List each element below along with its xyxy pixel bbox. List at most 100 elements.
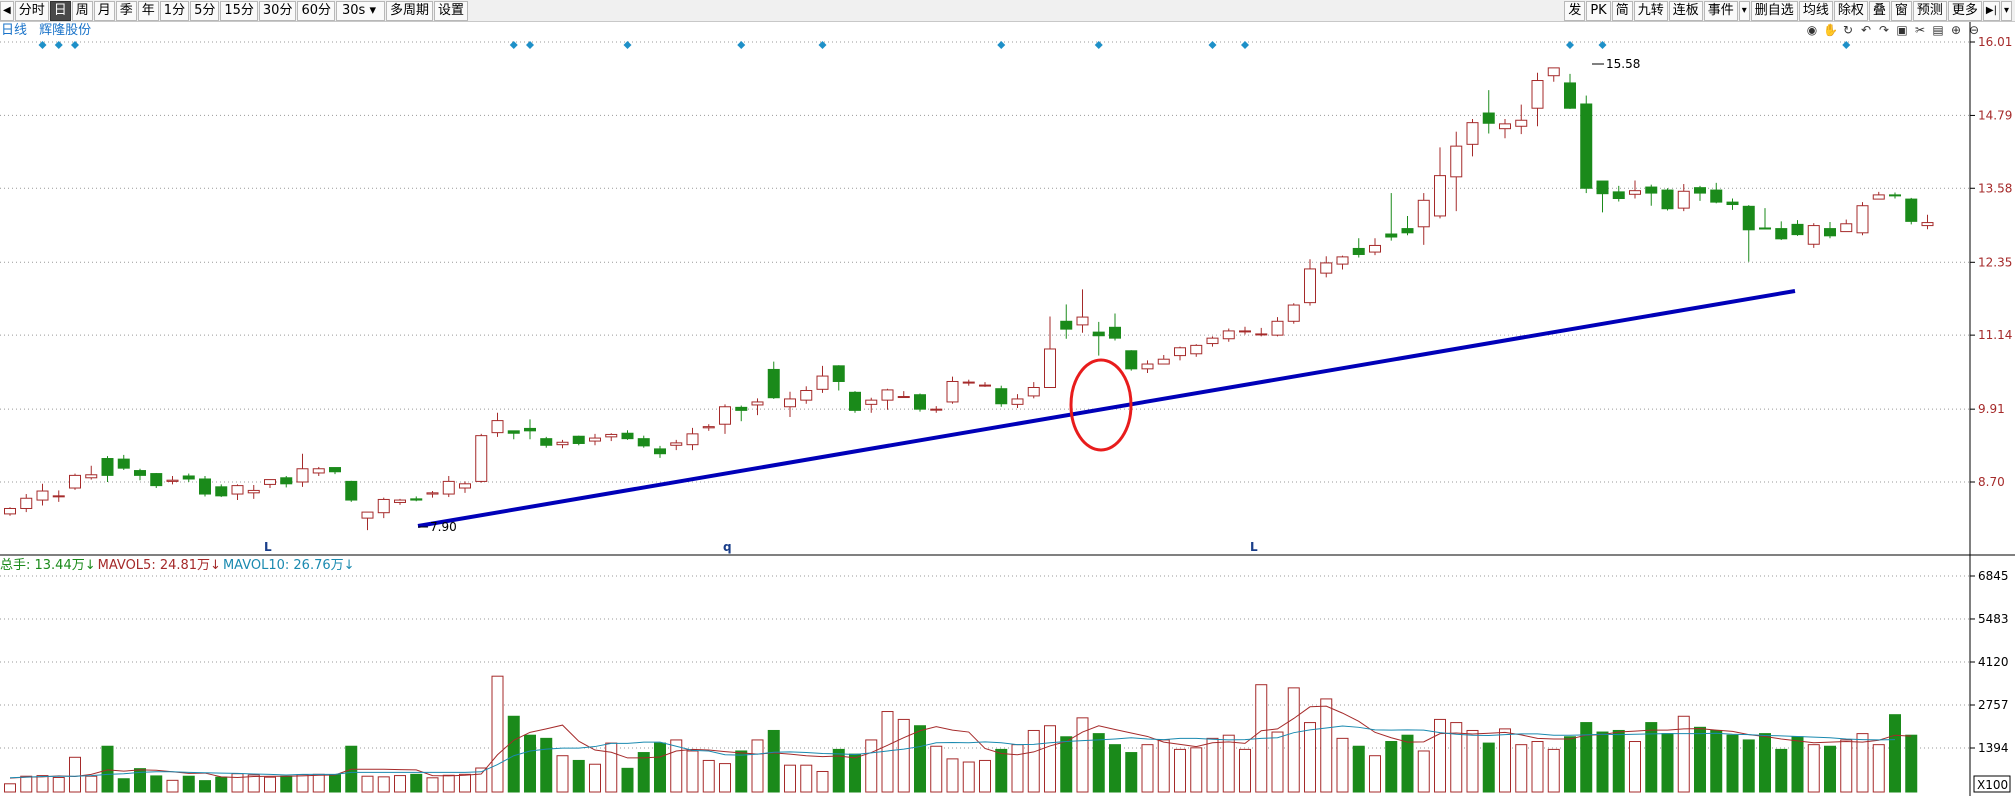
- candle-body: [1515, 119, 1528, 127]
- candle-body: [296, 468, 309, 483]
- bottom-marker: q: [723, 540, 732, 554]
- volume-bar: [1385, 741, 1398, 793]
- volume-bar: [800, 764, 813, 793]
- volume-bar: [962, 761, 975, 793]
- candle-body: [1824, 228, 1836, 237]
- candle: [589, 433, 601, 446]
- volume-bar: [1222, 734, 1235, 793]
- bottom-marker: L: [1250, 540, 1258, 554]
- candle: [1336, 255, 1349, 270]
- volume-bar: [1677, 715, 1690, 793]
- candle: [1905, 197, 1918, 225]
- volume-bar: [784, 764, 796, 793]
- candle: [1742, 205, 1755, 262]
- candle: [1515, 104, 1528, 135]
- volume-bar: [361, 775, 374, 793]
- candle-body: [1450, 145, 1463, 178]
- candle: [459, 481, 471, 493]
- candle: [719, 404, 731, 434]
- candle-body: [312, 468, 325, 474]
- candle: [897, 391, 910, 399]
- candle-body: [914, 394, 926, 410]
- volume-bar: [1824, 745, 1836, 793]
- volume-bar: [150, 775, 163, 793]
- event-diamond-icon: [1842, 41, 1851, 49]
- candle-body: [1612, 191, 1625, 199]
- volume-bar: [1044, 725, 1056, 793]
- high-price-label: 15.58: [1606, 57, 1640, 71]
- candle: [150, 472, 163, 489]
- volume-bar: [52, 776, 65, 793]
- candle-body: [442, 480, 455, 495]
- volume-bar: [1352, 745, 1365, 793]
- volume-bar: [1612, 729, 1625, 793]
- candle-body: [946, 380, 959, 403]
- volume-bar: [410, 773, 423, 793]
- volume-bar: [1417, 750, 1430, 793]
- candle: [1434, 147, 1446, 219]
- price-tick-label: 12.35: [1978, 255, 2012, 269]
- candle: [849, 391, 861, 413]
- volume-bar: [654, 742, 666, 793]
- candle-body: [1775, 228, 1788, 240]
- candle-body: [1157, 358, 1170, 365]
- candle-body: [881, 389, 894, 401]
- candle-body: [930, 408, 943, 411]
- candle: [280, 475, 293, 488]
- volume-bar: [1726, 734, 1739, 793]
- candle-body: [1580, 103, 1593, 189]
- candle-body: [1417, 199, 1430, 228]
- volume-bar: [1580, 722, 1593, 793]
- candle-body: [69, 474, 81, 489]
- candle: [995, 385, 1008, 407]
- candle-body: [702, 426, 715, 429]
- volume-bar: [1742, 739, 1755, 793]
- volume-bar: [979, 759, 991, 793]
- volume-bar: [719, 763, 731, 793]
- candle: [410, 496, 423, 502]
- candle-body: [1710, 189, 1723, 203]
- candle-body: [329, 467, 341, 473]
- volume-tick-label: 2757: [1978, 698, 2009, 712]
- volume-bar: [897, 718, 910, 793]
- volume-bar: [1206, 737, 1219, 793]
- volume-bar: [816, 770, 829, 793]
- volume-tick-label: 1394: [1978, 741, 2009, 755]
- candle-body: [556, 441, 569, 446]
- volume-bar: [702, 759, 715, 793]
- candle: [800, 386, 813, 404]
- volume-bar: [1320, 698, 1333, 793]
- candle-body: [1060, 320, 1073, 330]
- event-diamond-icon: [1208, 41, 1217, 49]
- volume-bar: [182, 775, 195, 793]
- candle-body: [1807, 225, 1820, 245]
- candle-body: [394, 499, 406, 503]
- volume-bar: [995, 748, 1008, 793]
- volume-bar: [312, 773, 325, 793]
- candle-body: [1482, 112, 1495, 124]
- volume-bar: [637, 752, 650, 793]
- volume-bar: [377, 776, 390, 793]
- volume-unit-label: X100: [1977, 778, 2008, 792]
- candle: [1352, 238, 1365, 258]
- candle-body: [832, 365, 845, 382]
- candle: [36, 483, 49, 506]
- candle-body: [1759, 227, 1771, 230]
- candle-body: [1304, 268, 1316, 304]
- candle: [1304, 259, 1316, 306]
- candle: [491, 412, 504, 437]
- candle-body: [1856, 205, 1869, 234]
- volume-bar: [540, 737, 553, 793]
- candle-body: [1905, 198, 1918, 222]
- candle-body: [751, 401, 764, 406]
- volume-bar: [20, 775, 33, 793]
- volume-bar: [329, 774, 341, 793]
- candle-body: [1092, 331, 1105, 337]
- candle: [670, 439, 683, 451]
- candle: [1320, 256, 1333, 278]
- candle-body: [1352, 247, 1365, 255]
- candle: [1011, 394, 1024, 408]
- candle: [686, 427, 699, 451]
- event-diamond-icon: [54, 41, 63, 49]
- candle-body: [865, 399, 878, 405]
